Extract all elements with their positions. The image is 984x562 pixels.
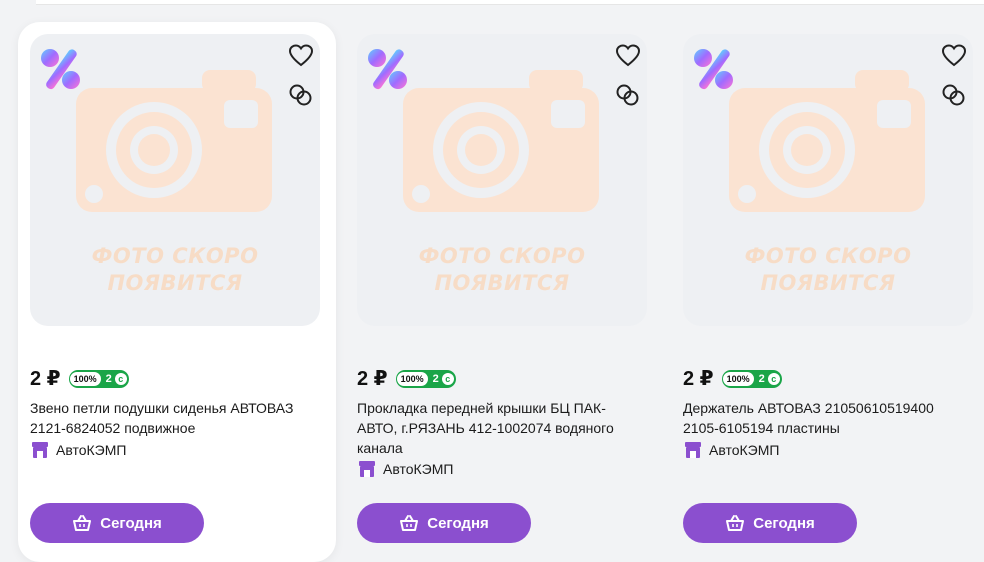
product-title[interactable]: Держатель АВТОВАЗ 21050610519400 2105-61…	[683, 398, 968, 438]
button-label: Сегодня	[100, 514, 162, 532]
bonus-badge: 100% 2 c	[68, 369, 129, 388]
heart-icon[interactable]	[615, 44, 641, 68]
seller-name: АвтоКЭМП	[709, 442, 780, 458]
shop-icon	[685, 442, 701, 458]
placeholder-text-line2: ПОЯВИТСЯ	[107, 271, 243, 295]
price: 2 ₽	[30, 368, 61, 390]
bonus-badge: 100% 2 c	[395, 369, 456, 388]
price-row: 2 ₽ 100% 2 c	[30, 366, 129, 391]
delivery-today-button[interactable]: Сегодня	[357, 503, 531, 543]
bonus-coin-icon: c	[767, 372, 780, 385]
basket-icon	[400, 515, 419, 531]
seller[interactable]: АвтоКЭМП	[683, 440, 779, 460]
shop-icon	[359, 461, 375, 477]
bonus-amount: 2	[758, 372, 765, 385]
button-label: Сегодня	[753, 514, 815, 532]
delivery-today-button[interactable]: Сегодня	[30, 503, 204, 543]
compare-icon[interactable]	[941, 82, 967, 108]
price: 2 ₽	[357, 368, 388, 390]
basket-icon	[726, 515, 745, 531]
compare-icon[interactable]	[288, 82, 314, 108]
product-photo-placeholder[interactable]: ФОТО СКОРО ПОЯВИТСЯ	[357, 34, 647, 326]
bonus-percent: 100%	[69, 371, 101, 386]
placeholder-text-line2: ПОЯВИТСЯ	[434, 271, 570, 295]
product-card[interactable]: ФОТО СКОРО ПОЯВИТСЯ 2 ₽ 100% 2 c Проклад…	[345, 22, 663, 562]
heart-icon[interactable]	[941, 44, 967, 68]
bonus-amount: 2	[432, 372, 439, 385]
heart-icon[interactable]	[288, 44, 314, 68]
bonus-percent: 100%	[722, 371, 754, 386]
product-photo-placeholder[interactable]: ФОТО СКОРО ПОЯВИТСЯ	[30, 34, 320, 326]
product-card[interactable]: ФОТО СКОРО ПОЯВИТСЯ 2 ₽ 100% 2 c Звено п…	[18, 22, 336, 562]
placeholder-text-line1: ФОТО СКОРО	[744, 244, 912, 268]
seller-name: АвтоКЭМП	[56, 442, 127, 458]
bonus-percent: 100%	[396, 371, 428, 386]
placeholder-text-line1: ФОТО СКОРО	[418, 244, 586, 268]
product-title[interactable]: Прокладка передней крышки БЦ ПАК-АВТО, г…	[357, 398, 642, 458]
button-label: Сегодня	[427, 514, 489, 532]
bonus-coin-icon: c	[441, 372, 454, 385]
seller[interactable]: АвтоКЭМП	[357, 459, 453, 479]
delivery-today-button[interactable]: Сегодня	[683, 503, 857, 543]
seller-name: АвтоКЭМП	[383, 461, 454, 477]
bonus-badge: 100% 2 c	[721, 369, 782, 388]
basket-icon	[73, 515, 92, 531]
seller[interactable]: АвтоКЭМП	[30, 440, 126, 460]
product-photo-placeholder[interactable]: ФОТО СКОРО ПОЯВИТСЯ	[683, 34, 973, 326]
percent-icon	[41, 49, 80, 90]
placeholder-text-line2: ПОЯВИТСЯ	[760, 271, 896, 295]
price-row: 2 ₽ 100% 2 c	[683, 366, 782, 391]
bonus-amount: 2	[105, 372, 112, 385]
percent-icon	[368, 49, 407, 90]
percent-icon	[694, 49, 733, 90]
compare-icon[interactable]	[615, 82, 641, 108]
product-title[interactable]: Звено петли подушки сиденья АВТОВАЗ 2121…	[30, 398, 315, 438]
shop-icon	[32, 442, 48, 458]
top-divider	[36, 0, 984, 5]
price: 2 ₽	[683, 368, 714, 390]
placeholder-text-line1: ФОТО СКОРО	[91, 244, 259, 268]
product-card[interactable]: ФОТО СКОРО ПОЯВИТСЯ 2 ₽ 100% 2 c Держате…	[671, 22, 984, 562]
price-row: 2 ₽ 100% 2 c	[357, 366, 456, 391]
bonus-coin-icon: c	[114, 372, 127, 385]
